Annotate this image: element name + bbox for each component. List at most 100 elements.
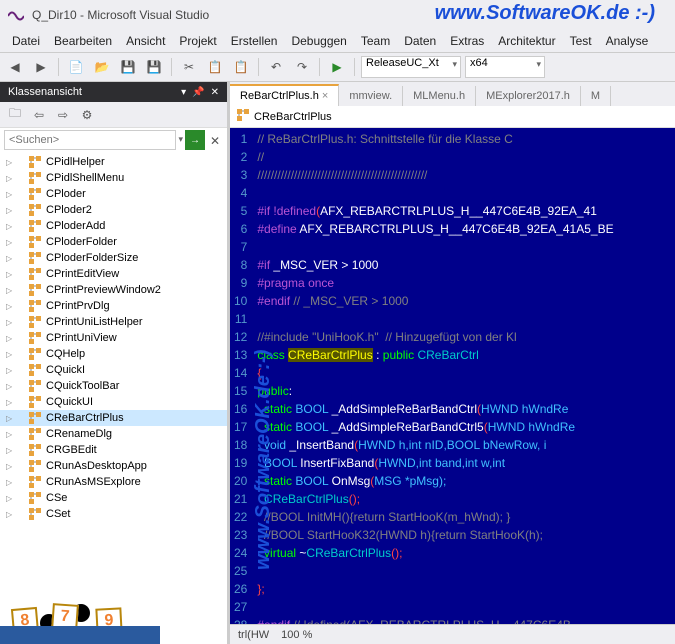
search-go-button[interactable]: → — [185, 130, 205, 150]
expand-icon[interactable]: ▷ — [6, 158, 12, 167]
tree-item-CQuickUI[interactable]: ▷CQuickUI — [0, 394, 227, 410]
expand-icon[interactable]: ▷ — [6, 478, 12, 487]
tab-M[interactable]: M — [581, 86, 611, 106]
menu-datei[interactable]: Datei — [6, 32, 46, 50]
class-icon — [28, 475, 42, 489]
menu-team[interactable]: Team — [355, 32, 396, 50]
status-bar: trl(HW 100 % — [230, 624, 675, 644]
tree-item-CQHelp[interactable]: ▷CQHelp — [0, 346, 227, 362]
panel-toolbar: 🗀 ⇦ ⇨ ⚙ — [0, 102, 227, 128]
menu-daten[interactable]: Daten — [398, 32, 442, 50]
tree-item-CPloder[interactable]: ▷CPloder — [0, 186, 227, 202]
tree-item-CPidlHelper[interactable]: ▷CPidlHelper — [0, 154, 227, 170]
expand-icon[interactable]: ▷ — [6, 430, 12, 439]
class-icon — [28, 443, 42, 457]
expand-icon[interactable]: ▷ — [6, 510, 12, 519]
expand-icon[interactable]: ▷ — [6, 206, 12, 215]
tree-item-CRenameDlg[interactable]: ▷CRenameDlg — [0, 426, 227, 442]
expand-icon[interactable]: ▷ — [6, 174, 12, 183]
tree-item-CPloderAdd[interactable]: ▷CPloderAdd — [0, 218, 227, 234]
code-editor[interactable]: 1234567891011121314151617181920212223242… — [230, 128, 675, 624]
tab-MExplorer2017.h[interactable]: MExplorer2017.h — [476, 86, 581, 106]
save-button[interactable]: 💾 — [117, 56, 139, 78]
cut-button[interactable]: ✂ — [178, 56, 200, 78]
tree-item-CPrintUniView[interactable]: ▷CPrintUniView — [0, 330, 227, 346]
copy-button[interactable]: 📋 — [204, 56, 226, 78]
menu-erstellen[interactable]: Erstellen — [225, 32, 284, 50]
menu-extras[interactable]: Extras — [444, 32, 490, 50]
expand-icon[interactable]: ▷ — [6, 398, 12, 407]
menu-test[interactable]: Test — [564, 32, 598, 50]
tree-item-CPloderFolderSize[interactable]: ▷ CPloderFolderSize — [0, 250, 227, 266]
paste-button[interactable]: 📋 — [230, 56, 252, 78]
menu-analyse[interactable]: Analyse — [600, 32, 655, 50]
search-dropdown-icon[interactable]: ▾ — [178, 130, 183, 150]
tree-item-CRGBEdit[interactable]: ▷CRGBEdit — [0, 442, 227, 458]
search-clear-icon[interactable]: ✕ — [207, 130, 223, 152]
tree-item-CRunAsDesktopApp[interactable]: ▷CRunAsDesktopApp — [0, 458, 227, 474]
tab-ReBarCtrlPlus.h[interactable]: ReBarCtrlPlus.h — [230, 84, 339, 106]
expand-icon[interactable]: ▷ — [6, 270, 12, 279]
panel-dropdown-icon[interactable]: ▾ — [181, 87, 186, 98]
menu-projekt[interactable]: Projekt — [173, 32, 222, 50]
redo-button[interactable]: ↷ — [291, 56, 313, 78]
class-icon — [28, 459, 42, 473]
platform-combo[interactable]: x64 — [465, 56, 545, 78]
class-label: CRunAsMSExplore — [46, 476, 141, 488]
menu-debuggen[interactable]: Debuggen — [285, 32, 352, 50]
tree-item-CPrintEditView[interactable]: ▷CPrintEditView — [0, 266, 227, 282]
class-label: CPloderFolderSize — [46, 252, 138, 264]
tree-item-CPrintUniListHelper[interactable]: ▷ CPrintUniListHelper — [0, 314, 227, 330]
expand-icon[interactable]: ▷ — [6, 286, 12, 295]
tree-item-CSet[interactable]: ▷CSet — [0, 506, 227, 522]
expand-icon[interactable]: ▷ — [6, 334, 12, 343]
panel-settings-icon[interactable]: ⚙ — [76, 104, 98, 126]
expand-icon[interactable]: ▷ — [6, 382, 12, 391]
menu-architektur[interactable]: Architektur — [492, 32, 561, 50]
tree-item-CPloderFolder[interactable]: ▷CPloderFolder — [0, 234, 227, 250]
tree-item-CPloder2[interactable]: ▷CPloder2 — [0, 202, 227, 218]
panel-fwd-icon[interactable]: ⇨ — [52, 104, 74, 126]
save-all-button[interactable]: 💾 — [143, 56, 165, 78]
expand-icon[interactable]: ▷ — [6, 350, 12, 359]
open-button[interactable]: 📂 — [91, 56, 113, 78]
config-combo[interactable]: ReleaseUC_Xt — [361, 56, 461, 78]
tree-item-CQuickToolBar[interactable]: ▷CQuickToolBar — [0, 378, 227, 394]
undo-button[interactable]: ↶ — [265, 56, 287, 78]
expand-icon[interactable]: ▷ — [6, 318, 12, 327]
panel-back-icon[interactable]: ⇦ — [28, 104, 50, 126]
new-project-button[interactable]: 📄 — [65, 56, 87, 78]
expand-icon[interactable]: ▷ — [6, 254, 12, 263]
panel-new-folder-icon[interactable]: 🗀 — [4, 104, 26, 126]
nav-back-button[interactable]: ◀ — [4, 56, 26, 78]
tree-item-CQuickI[interactable]: ▷CQuickI — [0, 362, 227, 378]
nav-fwd-button[interactable]: ▶ — [30, 56, 52, 78]
start-button[interactable]: ▶ — [326, 56, 348, 78]
expand-icon[interactable]: ▷ — [6, 446, 12, 455]
tree-item-CPrintPreviewWindow2[interactable]: ▷CPrintPreviewWindow2 — [0, 282, 227, 298]
expand-icon[interactable]: ▷ — [6, 366, 12, 375]
tree-item-CSe[interactable]: ▷CSe — [0, 490, 227, 506]
class-label: CPrintUniListHelper — [46, 316, 143, 328]
panel-pin-icon[interactable]: 📌 — [192, 87, 204, 98]
code-body[interactable]: // ReBarCtrlPlus.h: Schnittstelle für di… — [253, 128, 675, 624]
nav-class-label: CReBarCtrlPlus — [254, 111, 332, 123]
menu-ansicht[interactable]: Ansicht — [120, 32, 171, 50]
menu-bearbeiten[interactable]: Bearbeiten — [48, 32, 118, 50]
search-input[interactable] — [4, 130, 176, 150]
expand-icon[interactable]: ▷ — [6, 302, 12, 311]
tab-mmview.[interactable]: mmview. — [339, 86, 403, 106]
tab-MLMenu.h[interactable]: MLMenu.h — [403, 86, 476, 106]
tree-item-CRunAsMSExplore[interactable]: ▷ CRunAsMSExplore — [0, 474, 227, 490]
expand-icon[interactable]: ▷ — [6, 190, 12, 199]
tree-item-CPidlShellMenu[interactable]: ▷CPidlShellMenu — [0, 170, 227, 186]
expand-icon[interactable]: ▷ — [6, 238, 12, 247]
tree-item-CReBarCtrlPlus[interactable]: ▷CReBarCtrlPlus — [0, 410, 227, 426]
class-nav-combo[interactable]: CReBarCtrlPlus — [236, 108, 332, 125]
expand-icon[interactable]: ▷ — [6, 222, 12, 231]
tree-item-CPrintPrvDlg[interactable]: ▷CPrintPrvDlg — [0, 298, 227, 314]
expand-icon[interactable]: ▷ — [6, 494, 12, 503]
panel-close-icon[interactable]: ✕ — [211, 87, 219, 98]
expand-icon[interactable]: ▷ — [6, 462, 12, 471]
expand-icon[interactable]: ▷ — [6, 414, 12, 423]
